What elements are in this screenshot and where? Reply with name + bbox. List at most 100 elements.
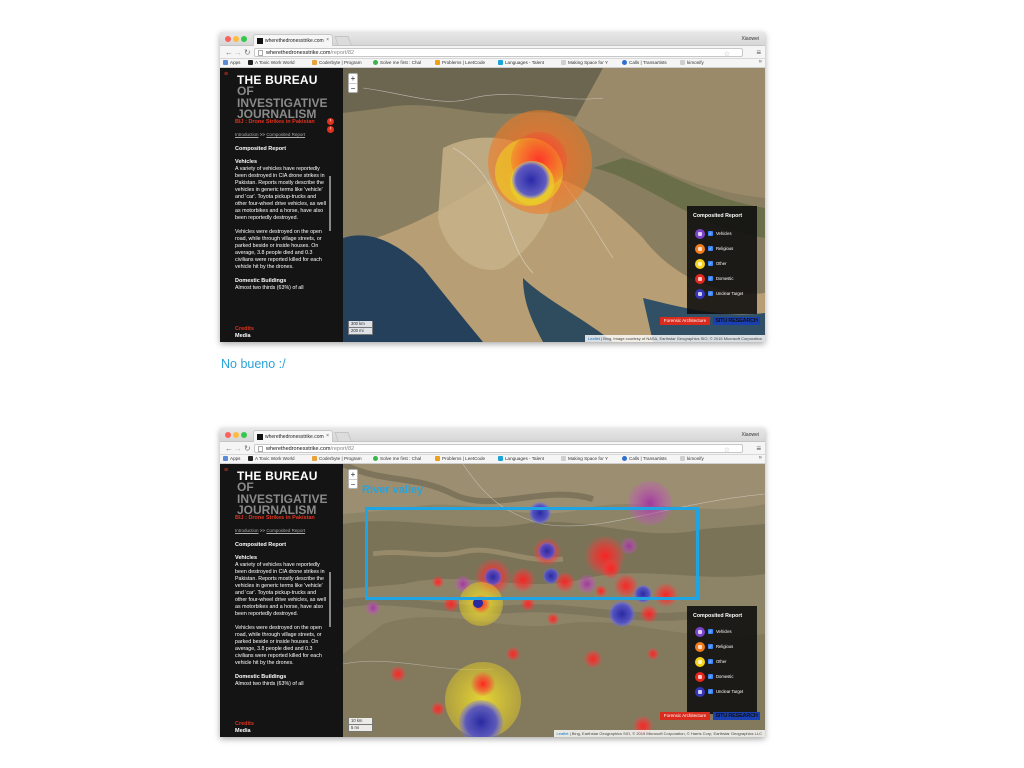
legend-item-religious[interactable]: ✓ Religious — [695, 244, 755, 254]
bookmark-item[interactable]: A Toxic Work World — [248, 456, 295, 461]
close-tab-icon[interactable]: × — [326, 433, 329, 439]
bookmark-apps[interactable]: Apps — [223, 60, 240, 65]
bookmark-star-icon[interactable]: ☆ — [724, 446, 730, 454]
bookmark-item[interactable]: Making Space for Y — [561, 60, 608, 65]
reload-icon[interactable]: ↻ — [244, 443, 251, 454]
checkbox-unclear-target[interactable]: ✓ — [708, 291, 713, 296]
back-arrow-icon[interactable]: ← — [225, 443, 233, 454]
minimize-window-button[interactable] — [233, 432, 239, 438]
bookmark-star-icon[interactable]: ☆ — [724, 50, 730, 58]
situ-research-badge[interactable]: SITU RESEARCH — [713, 317, 760, 325]
bookmark-item[interactable]: Coderbyte | Program — [312, 60, 362, 65]
hamburger-menu-icon[interactable]: ≡ — [224, 71, 228, 78]
situ-research-badge[interactable]: SITU RESEARCH — [713, 712, 760, 720]
breadcrumb-composited-report[interactable]: Composited Report — [266, 528, 305, 533]
zoom-in-button[interactable]: + — [349, 74, 357, 84]
bookmark-item[interactable]: Problems | LeetCode — [435, 60, 485, 65]
sidebar-scrollbar[interactable] — [329, 572, 331, 627]
media-link[interactable]: Media — [235, 728, 254, 735]
bookmark-item[interactable]: Coderbyte | Program — [312, 456, 362, 461]
checkbox-religious[interactable]: ✓ — [708, 644, 713, 649]
checkbox-religious[interactable]: ✓ — [708, 246, 713, 251]
close-window-button[interactable] — [225, 432, 231, 438]
maximize-window-button[interactable] — [241, 432, 247, 438]
legend-item-vehicles[interactable]: ✓ Vehicles — [695, 229, 755, 239]
strike-marker-vehicle[interactable] — [366, 601, 380, 615]
strike-marker-domestic[interactable] — [584, 650, 602, 668]
strike-marker-domestic[interactable] — [506, 647, 520, 661]
profile-name[interactable]: Xiaowei — [741, 432, 759, 438]
more-bookmarks-icon[interactable]: » — [759, 59, 762, 65]
menu-icon[interactable]: ≡ — [756, 443, 761, 454]
checkbox-domestic[interactable]: ✓ — [708, 276, 713, 281]
legend-item-domestic[interactable]: ✓ Domestic — [695, 672, 755, 682]
credits-link[interactable]: Credits — [235, 721, 254, 728]
breadcrumb-composited-report[interactable]: Composited Report — [266, 132, 305, 137]
checkbox-other[interactable]: ✓ — [708, 261, 713, 266]
close-window-button[interactable] — [225, 36, 231, 42]
forensic-architecture-badge[interactable]: Forensic Architecture — [660, 317, 710, 325]
back-arrow-icon[interactable]: ← — [225, 47, 233, 58]
checkbox-vehicles[interactable]: ✓ — [708, 629, 713, 634]
breadcrumb-introduction[interactable]: Introduction — [235, 528, 259, 533]
address-bar[interactable]: wherethedronesstrike.com/report/82 ☆ — [254, 444, 743, 454]
strike-marker-unclear[interactable] — [609, 601, 635, 627]
leaflet-link[interactable]: Leaflet — [557, 731, 569, 736]
menu-icon[interactable]: ≡ — [756, 47, 761, 58]
profile-name[interactable]: Xiaowei — [741, 36, 759, 42]
bookmark-item[interactable]: Calls | Transartists — [622, 456, 667, 461]
prev-chevron-icon[interactable]: ‹ — [327, 126, 334, 133]
zoom-in-button[interactable]: + — [349, 470, 357, 480]
reload-icon[interactable]: ↻ — [244, 47, 251, 58]
checkbox-domestic[interactable]: ✓ — [708, 674, 713, 679]
strike-marker-domestic[interactable] — [390, 666, 406, 682]
bookmark-item[interactable]: A Toxic Work World — [248, 60, 295, 65]
forward-arrow-icon[interactable]: → — [234, 443, 242, 454]
bookmark-item[interactable]: Calls | Transartists — [622, 60, 667, 65]
strike-marker-unclear[interactable] — [512, 161, 550, 199]
bookmark-item[interactable]: Languages - Talent — [498, 60, 544, 65]
legend-item-other[interactable]: ✓ Other — [695, 657, 755, 667]
hamburger-menu-icon[interactable]: ≡ — [224, 467, 228, 474]
bookmark-item[interactable]: kimonify — [680, 456, 704, 461]
strike-marker-domestic[interactable] — [431, 702, 445, 716]
legend-item-vehicles[interactable]: ✓ Vehicles — [695, 627, 755, 637]
legend-item-domestic[interactable]: ✓ Domestic — [695, 274, 755, 284]
browser-tab[interactable]: wherethedronesstrike.com × — [253, 34, 333, 46]
bookmark-item[interactable]: Languages - Talent — [498, 456, 544, 461]
checkbox-unclear-target[interactable]: ✓ — [708, 689, 713, 694]
zoom-out-button[interactable]: − — [349, 480, 357, 490]
credits-link[interactable]: Credits — [235, 326, 254, 333]
strike-marker-domestic[interactable] — [547, 613, 559, 625]
forensic-architecture-badge[interactable]: Forensic Architecture — [660, 712, 710, 720]
strike-marker-domestic[interactable] — [471, 672, 495, 696]
address-bar[interactable]: wherethedronesstrike.com/report/82 ☆ — [254, 48, 743, 58]
zoom-out-button[interactable]: − — [349, 84, 357, 94]
next-chevron-icon[interactable]: › — [327, 118, 334, 125]
legend-item-unclear-target[interactable]: ✓ Unclear Target — [695, 687, 755, 697]
legend-item-other[interactable]: ✓ Other — [695, 259, 755, 269]
legend-item-unclear-target[interactable]: ✓ Unclear Target — [695, 289, 755, 299]
browser-tab[interactable]: wherethedronesstrike.com × — [253, 430, 333, 442]
bookmark-item[interactable]: Problems | LeetCode — [435, 456, 485, 461]
strike-marker-domestic[interactable] — [647, 648, 659, 660]
legend-item-religious[interactable]: ✓ Religious — [695, 642, 755, 652]
more-bookmarks-icon[interactable]: » — [759, 455, 762, 461]
new-tab-button[interactable] — [334, 36, 352, 45]
sidebar-scrollbar[interactable] — [329, 176, 331, 231]
map-view[interactable]: + − Composited Report ✓ Vehicles ✓ Religio… — [343, 68, 765, 342]
strike-marker-domestic[interactable] — [640, 605, 658, 623]
maximize-window-button[interactable] — [241, 36, 247, 42]
leaflet-link[interactable]: Leaflet — [588, 336, 600, 341]
media-link[interactable]: Media — [235, 333, 254, 340]
bookmark-apps[interactable]: Apps — [223, 456, 240, 461]
bookmark-item[interactable]: Solve me first : Chal — [373, 456, 421, 461]
bookmark-item[interactable]: Solve me first : Chal — [373, 60, 421, 65]
new-tab-button[interactable] — [334, 432, 352, 441]
checkbox-vehicles[interactable]: ✓ — [708, 231, 713, 236]
bookmark-item[interactable]: Making Space for Y — [561, 456, 608, 461]
minimize-window-button[interactable] — [233, 36, 239, 42]
bookmark-item[interactable]: kimonify — [680, 60, 704, 65]
forward-arrow-icon[interactable]: → — [234, 47, 242, 58]
map-view[interactable]: River valley + − Composited Report ✓ Vehi… — [343, 464, 765, 737]
